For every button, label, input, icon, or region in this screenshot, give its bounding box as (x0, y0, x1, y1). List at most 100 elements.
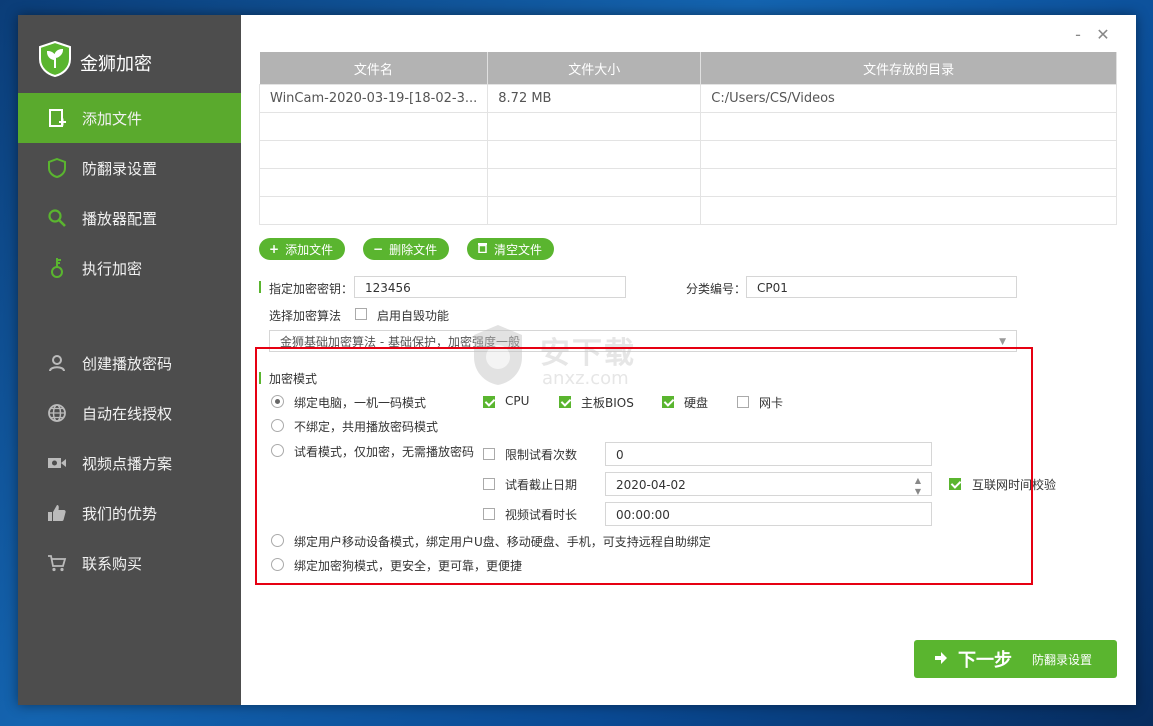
table-row[interactable] (258, 112, 1117, 141)
mode-option-label: 绑定用户移动设备模式，绑定用户U盘、移动硬盘、手机，可支持远程自助绑定 (294, 535, 711, 549)
date-spinner-icon[interactable]: ▲ ▼ (915, 473, 921, 497)
table-cell (487, 112, 702, 141)
mode-radio-shared-password[interactable] (271, 419, 284, 432)
deadline-date-value: 2020-04-02 (616, 478, 686, 492)
app-title: 金狮加密 (80, 54, 152, 75)
file-table: 文件名 文件大小 文件存放的目录 WinCam-2020-03-19-[18-0… (258, 52, 1117, 225)
internet-time-checkbox[interactable] (949, 478, 961, 490)
sidebar-item-execute[interactable]: 执行加密 (18, 243, 241, 293)
clear-files-button[interactable]: 清空文件 (467, 238, 555, 260)
table-cell (700, 196, 1117, 225)
user-icon (46, 352, 68, 374)
delete-file-button[interactable]: − 删除文件 (363, 238, 450, 260)
close-button[interactable]: ✕ (1093, 25, 1113, 45)
sidebar-item-label: 播放器配置 (82, 209, 158, 228)
sidebar-item-advantages[interactable]: 我们的优势 (18, 488, 241, 538)
table-cell (700, 140, 1117, 169)
column-header-size[interactable]: 文件大小 (487, 52, 702, 85)
key-input[interactable]: 123456 (354, 276, 626, 298)
bios-checkbox[interactable] (559, 396, 571, 408)
self-destruct-checkbox[interactable] (355, 308, 367, 320)
trash-icon (477, 242, 488, 256)
search-icon (46, 207, 68, 229)
sidebar-item-anti-record[interactable]: 防翻录设置 (18, 143, 241, 193)
mode-option-label: 绑定电脑，一机一码模式 (294, 396, 427, 410)
video-icon (46, 452, 68, 474)
duration-checkbox[interactable] (483, 508, 495, 520)
mode-option-label: 不绑定，共用播放密码模式 (294, 420, 439, 434)
cpu-label: CPU (505, 394, 530, 408)
table-row[interactable] (258, 140, 1117, 169)
column-header-filename[interactable]: 文件名 (259, 52, 489, 85)
sidebar-item-purchase[interactable]: 联系购买 (18, 538, 241, 588)
sidebar-item-label: 联系购买 (82, 554, 143, 573)
sidebar-item-add-file[interactable]: 添加文件 (18, 93, 241, 143)
clear-files-label: 清空文件 (494, 242, 543, 257)
add-file-button[interactable]: + 添加文件 (259, 238, 346, 260)
deadline-date-input[interactable]: 2020-04-02 ▲ ▼ (605, 472, 932, 496)
table-cell (700, 112, 1117, 141)
table-row[interactable] (258, 168, 1117, 197)
table-row[interactable] (258, 196, 1117, 225)
sidebar-item-vod[interactable]: 视频点播方案 (18, 438, 241, 488)
table-cell (487, 140, 702, 169)
nic-label: 网卡 (759, 396, 784, 410)
app-window: 金狮加密 添加文件 防翻录设置 播放器配置 执行加密 创建播放密码 自动在线授权… (18, 15, 1136, 705)
table-cell (258, 168, 489, 197)
key-icon (46, 257, 68, 279)
next-step-button[interactable]: 下一步 防翻录设置 (914, 640, 1117, 678)
disk-checkbox[interactable] (662, 396, 674, 408)
shield-icon (46, 157, 68, 179)
internet-time-label: 互联网时间校验 (972, 478, 1057, 492)
table-row[interactable]: WinCam-2020-03-19-[18-02-3... 8.72 MB C:… (258, 84, 1117, 113)
disk-label: 硬盘 (684, 396, 709, 410)
limit-count-checkbox[interactable] (483, 448, 495, 460)
sidebar-item-create-password[interactable]: 创建播放密码 (18, 338, 241, 388)
add-file-label: 添加文件 (285, 242, 334, 257)
mode-radio-bind-pc[interactable] (271, 395, 284, 408)
duration-label: 视频试看时长 (505, 508, 578, 522)
self-destruct-label: 启用自毁功能 (377, 309, 450, 323)
globe-icon (46, 402, 68, 424)
category-label: 分类编号： (686, 282, 747, 296)
arrow-right-icon (934, 651, 948, 667)
next-step-sublabel: 防翻录设置 (1032, 652, 1093, 667)
chevron-down-icon: ▼ (999, 337, 1006, 347)
table-cell: C:/Users/CS/Videos (700, 84, 1117, 113)
sidebar-item-online-auth[interactable]: 自动在线授权 (18, 388, 241, 438)
column-header-directory[interactable]: 文件存放的目录 (700, 52, 1117, 85)
sidebar-item-label: 执行加密 (82, 259, 143, 278)
category-input[interactable]: CP01 (746, 276, 1017, 298)
sidebar: 金狮加密 添加文件 防翻录设置 播放器配置 执行加密 创建播放密码 自动在线授权… (18, 15, 241, 705)
algo-select[interactable]: 金狮基础加密算法 - 基础保护，加密强度一般 ▼ (269, 330, 1017, 352)
sidebar-item-label: 创建播放密码 (82, 354, 173, 373)
algo-label: 选择加密算法 (269, 309, 342, 323)
plus-icon: + (269, 242, 280, 256)
table-cell (258, 112, 489, 141)
limit-count-input[interactable]: 0 (605, 442, 932, 466)
table-cell (487, 168, 702, 197)
table-cell (700, 168, 1117, 197)
deadline-label: 试看截止日期 (505, 478, 578, 492)
deadline-checkbox[interactable] (483, 478, 495, 490)
table-cell (258, 196, 489, 225)
duration-input[interactable]: 00:00:00 (605, 502, 932, 526)
section-marker (259, 281, 261, 293)
mode-radio-mobile-device[interactable] (271, 534, 284, 547)
cpu-checkbox[interactable] (483, 396, 495, 408)
minus-icon: − (373, 242, 384, 256)
sidebar-item-player-config[interactable]: 播放器配置 (18, 193, 241, 243)
sidebar-item-label: 防翻录设置 (82, 159, 158, 178)
mode-option-label: 绑定加密狗模式，更安全，更可靠，更便捷 (294, 559, 523, 573)
limit-count-label: 限制试看次数 (505, 448, 578, 462)
app-logo-icon (39, 41, 71, 77)
bios-label: 主板BIOS (581, 396, 634, 410)
table-cell: 8.72 MB (487, 84, 702, 113)
mode-radio-dongle[interactable] (271, 558, 284, 571)
mode-radio-trial[interactable] (271, 444, 284, 457)
minimize-button[interactable]: - (1068, 25, 1088, 45)
next-step-label: 下一步 (958, 650, 1012, 671)
table-cell: WinCam-2020-03-19-[18-02-3... (258, 84, 489, 113)
mode-option-label: 试看模式，仅加密，无需播放密码 (294, 445, 475, 459)
nic-checkbox[interactable] (737, 396, 749, 408)
